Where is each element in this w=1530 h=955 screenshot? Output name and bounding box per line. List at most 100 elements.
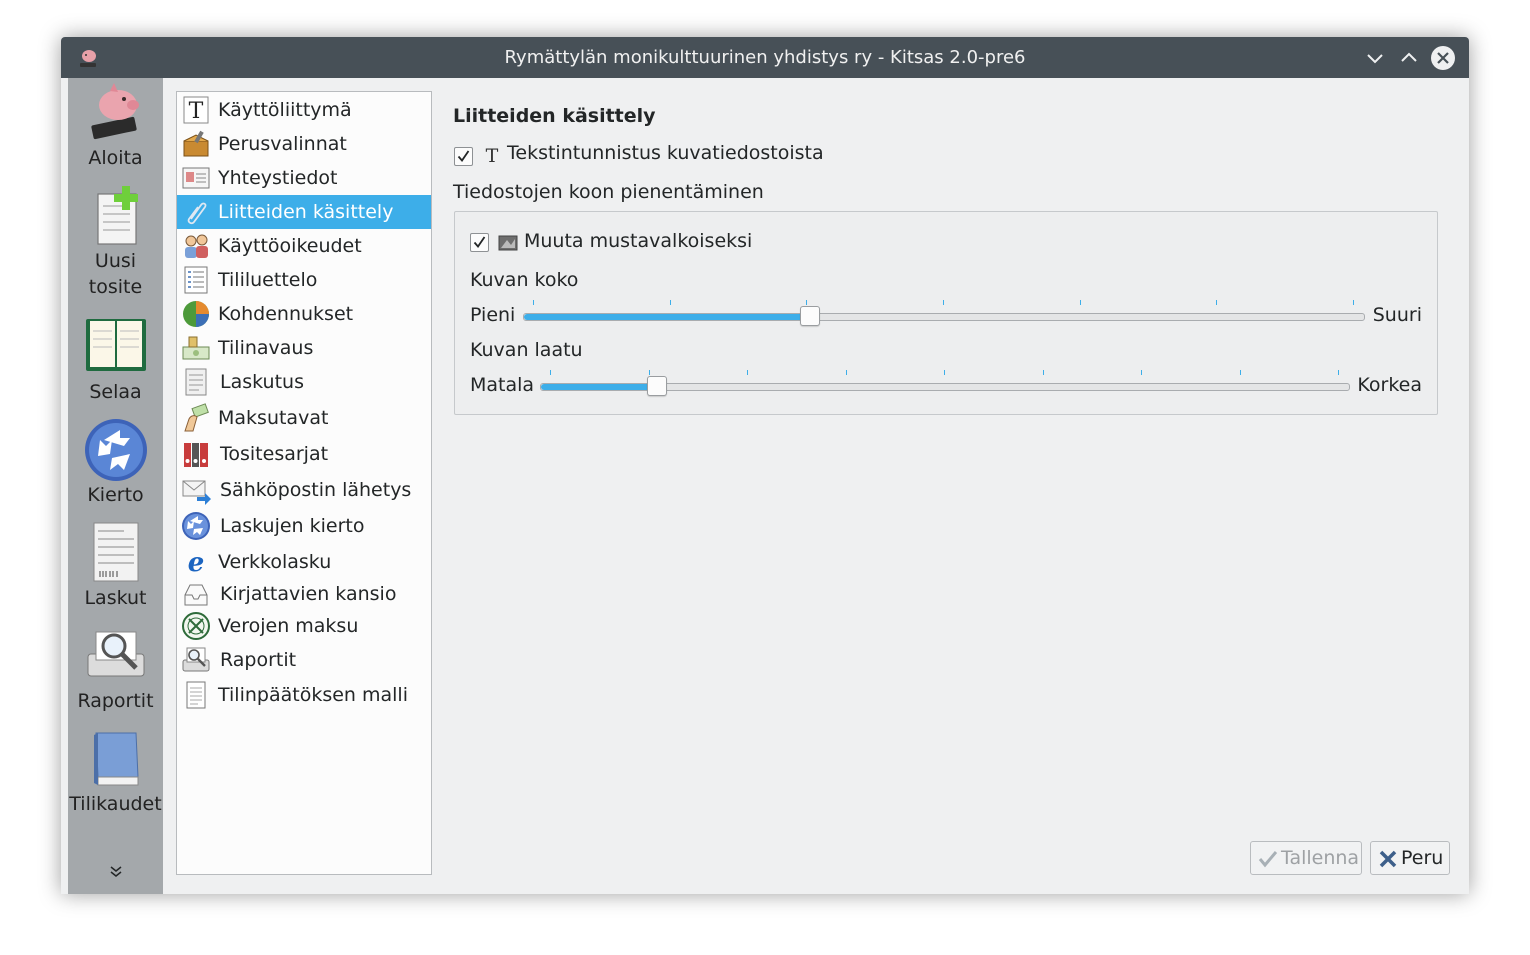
list-item-label: Laskujen kierto bbox=[220, 515, 365, 537]
list-item-label: Tilinavaus bbox=[218, 337, 314, 359]
cancel-x-icon bbox=[1379, 850, 1397, 868]
ocr-checkbox[interactable] bbox=[454, 147, 473, 166]
sidebar-item-selaa[interactable]: Selaa bbox=[68, 315, 163, 405]
sidebar-item-tilikaudet[interactable]: Tilikaudet bbox=[68, 727, 163, 817]
image-quality-slider[interactable] bbox=[540, 370, 1350, 398]
slider-tick bbox=[1338, 370, 1339, 375]
resize-section-title: Tiedostojen koon pienentäminen bbox=[453, 181, 764, 203]
list-item-laskujen-kierto[interactable]: Laskujen kierto bbox=[177, 509, 431, 545]
list-item-yhteystiedot[interactable]: Yhteystiedot bbox=[177, 161, 431, 195]
sidebar-label: Aloita bbox=[88, 147, 143, 169]
tax-seal-icon bbox=[182, 612, 210, 640]
list-item-tilinpaatoksen-malli[interactable]: Tilinpäätöksen malli bbox=[177, 678, 431, 714]
slider-tick bbox=[669, 300, 671, 305]
list-item-label: Liitteiden käsittely bbox=[218, 201, 394, 223]
page-title: Liitteiden käsittely bbox=[453, 105, 656, 127]
text-t-icon: T bbox=[486, 145, 499, 165]
image-size-slider-track[interactable] bbox=[523, 313, 1365, 321]
list-item-laskutus[interactable]: Laskutus bbox=[177, 365, 431, 401]
image-size-slider[interactable] bbox=[523, 300, 1365, 328]
checkmark-icon bbox=[473, 236, 486, 248]
list-item-sahkopostin-lahetys[interactable]: Sähköpostin lähetys bbox=[177, 473, 431, 509]
image-quality-min-label: Matala bbox=[470, 374, 535, 396]
double-chevron-down-icon[interactable] bbox=[109, 865, 123, 879]
svg-text:T: T bbox=[189, 99, 204, 124]
text-t-icon: T bbox=[183, 96, 209, 124]
reports-icon bbox=[182, 647, 210, 672]
close-icon[interactable] bbox=[1430, 45, 1456, 71]
sidebar-item-laskut[interactable]: Laskut bbox=[68, 521, 163, 611]
svg-text:e: e bbox=[188, 548, 205, 577]
list-item-label: Maksutavat bbox=[218, 407, 329, 429]
minimize-icon[interactable] bbox=[1362, 45, 1388, 71]
image-quality-max-label: Korkea bbox=[1357, 374, 1422, 396]
grayscale-image-icon bbox=[498, 235, 518, 251]
sidebar-label: Uusi tosite bbox=[88, 250, 143, 298]
slider-tick bbox=[845, 370, 847, 375]
image-quality-label: Kuvan laatu bbox=[470, 339, 583, 361]
book-icon bbox=[93, 732, 139, 786]
grayscale-checkbox[interactable] bbox=[470, 233, 489, 252]
sidebar-item-aloita[interactable]: Aloita bbox=[68, 81, 163, 171]
slider-tick bbox=[1141, 370, 1142, 375]
inbox-tray-icon bbox=[184, 584, 208, 606]
list-item-label: Verkkolasku bbox=[218, 551, 332, 573]
ocr-checkbox-label[interactable]: Tekstintunnistus kuvatiedostoista bbox=[507, 142, 824, 164]
slider-tick bbox=[943, 300, 944, 305]
circulation-icon bbox=[84, 419, 147, 481]
list-item-kohdennukset[interactable]: Kohdennukset bbox=[177, 297, 431, 331]
list-item-label: Yhteystiedot bbox=[218, 167, 338, 189]
image-quality-slider-handle[interactable] bbox=[647, 376, 668, 396]
list-item-perusvalinnat[interactable]: Perusvalinnat bbox=[177, 127, 431, 161]
list-item-tilinavaus[interactable]: Tilinavaus bbox=[177, 331, 431, 365]
checkmark-icon bbox=[1258, 851, 1278, 868]
sidebar-item-uusi-tosite[interactable]: Uusi tosite bbox=[68, 184, 163, 300]
list-item-verojen-maksu[interactable]: Verojen maksu bbox=[177, 609, 431, 643]
list-item-raportit[interactable]: Raportit bbox=[177, 643, 431, 679]
slider-tick bbox=[550, 370, 551, 375]
list-item-label: Verojen maksu bbox=[218, 615, 359, 637]
slider-tick bbox=[1239, 370, 1241, 375]
maximize-icon[interactable] bbox=[1396, 45, 1422, 71]
grayscale-checkbox-label[interactable]: Muuta mustavalkoiseksi bbox=[524, 230, 752, 252]
image-size-min-label: Pieni bbox=[470, 304, 516, 326]
list-item-label: Tilinpäätöksen malli bbox=[218, 684, 408, 706]
sidebar-label: Selaa bbox=[89, 381, 142, 403]
window-title: Rymättylän monikulttuurinen yhdistys ry … bbox=[504, 47, 1026, 68]
reports-icon bbox=[87, 631, 144, 677]
invoice-icon bbox=[185, 368, 207, 396]
ledger-book-icon bbox=[85, 319, 146, 371]
list-item-liitteiden-kasittely[interactable]: Liitteiden käsittely bbox=[177, 195, 431, 229]
list-item-label: Tililuettelo bbox=[218, 269, 318, 291]
cancel-button[interactable]: Peru bbox=[1370, 841, 1450, 875]
new-document-icon bbox=[96, 186, 138, 245]
circulation-icon bbox=[182, 512, 210, 540]
contact-card-icon bbox=[182, 167, 210, 189]
list-item-tositesarjat[interactable]: Tositesarjat bbox=[177, 437, 431, 473]
title-bar: Rymättylän monikulttuurinen yhdistys ry … bbox=[61, 37, 1469, 78]
image-size-slider-handle[interactable] bbox=[800, 306, 821, 326]
list-item-tililuettelo[interactable]: Tililuettelo bbox=[177, 263, 431, 297]
save-button[interactable]: Tallenna bbox=[1250, 841, 1362, 875]
list-item-maksutavat[interactable]: Maksutavat bbox=[177, 401, 431, 437]
paperclip-icon bbox=[187, 202, 207, 225]
list-item-label: Kirjattavien kansio bbox=[220, 583, 397, 605]
sidebar-label: Kierto bbox=[87, 484, 144, 506]
sidebar-item-raportit[interactable]: Raportit bbox=[68, 624, 163, 714]
image-size-slider-fill bbox=[524, 314, 811, 320]
image-size-max-label: Suuri bbox=[1372, 304, 1422, 326]
sidebar-item-kierto[interactable]: Kierto bbox=[68, 418, 163, 508]
checkmark-icon bbox=[457, 150, 470, 162]
binders-icon bbox=[184, 443, 208, 467]
list-item-kirjattavien-kansio[interactable]: Kirjattavien kansio bbox=[177, 577, 431, 611]
list-item-kayttoliittyma[interactable]: T Käyttöliittymä bbox=[177, 93, 431, 127]
sidebar-label: Laskut bbox=[84, 587, 147, 609]
list-item-verkkolasku[interactable]: e Verkkolasku bbox=[177, 545, 431, 579]
list-item-label: Sähköpostin lähetys bbox=[220, 479, 412, 501]
list-item-kayttooikeudet[interactable]: Käyttöoikeudet bbox=[177, 229, 431, 263]
list-item-label: Käyttöliittymä bbox=[218, 99, 352, 121]
list-item-label: Perusvalinnat bbox=[218, 133, 347, 155]
list-item-label: Käyttöoikeudet bbox=[218, 235, 362, 257]
settings-category-list: T Käyttöliittymä Perusvalinnat Yhteystie… bbox=[176, 91, 432, 875]
pie-chart-icon bbox=[183, 301, 209, 327]
